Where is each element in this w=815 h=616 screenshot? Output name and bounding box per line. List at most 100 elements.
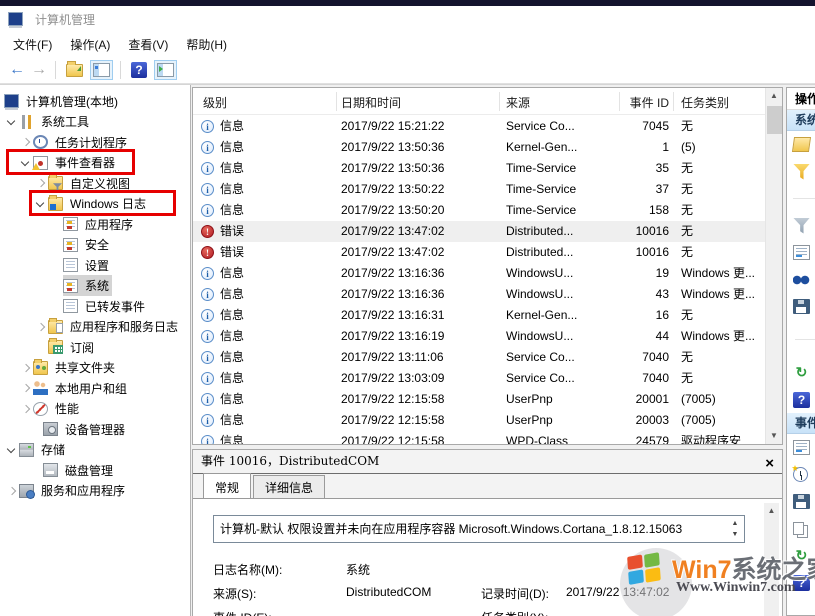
event-row[interactable]: i 信息 2017/9/22 13:50:36 Kernel-Gen... 1 (5) <box>193 137 765 158</box>
show-console-tree-button[interactable] <box>90 60 113 80</box>
scrollbar-thumb[interactable] <box>767 106 782 134</box>
tab-general[interactable]: 常规 <box>203 473 252 498</box>
export-list-button[interactable] <box>63 60 86 80</box>
chevron-right-icon[interactable] <box>19 361 33 375</box>
tree-item-label: 系统 <box>85 279 110 294</box>
tree-item[interactable]: 本地用户和组 <box>0 378 190 399</box>
column-separator[interactable] <box>673 92 674 111</box>
chevron-right-icon[interactable] <box>34 176 48 190</box>
info-icon: i <box>201 267 214 280</box>
action-help-event[interactable]: ? <box>787 569 815 596</box>
event-row[interactable]: i 信息 2017/9/22 13:16:19 WindowsU... 44 Window… <box>193 326 765 347</box>
action-help[interactable]: ? <box>787 386 815 413</box>
list-body: i 信息 2017/9/22 15:21:22 Service Co... 7045 无 i… <box>193 116 765 444</box>
tree-item[interactable]: 设置 <box>0 255 190 276</box>
event-task-category: (7005) <box>681 392 716 406</box>
tree-item[interactable]: 服务和应用程序 <box>0 481 190 502</box>
event-row[interactable]: i 信息 2017/9/22 13:16:36 WindowsU... 43 Window… <box>193 284 765 305</box>
event-row[interactable]: ! 错误 2017/9/22 13:47:02 Distributed... 10016… <box>193 242 765 263</box>
tree-item[interactable]: 应用程序和服务日志 <box>0 317 190 338</box>
event-id: 20001 <box>635 392 669 406</box>
forward-arrow-icon[interactable]: → <box>28 61 50 79</box>
scroll-up-icon[interactable]: ▲ <box>764 503 779 519</box>
event-datetime: 2017/9/22 13:50:22 <box>341 182 445 196</box>
event-row[interactable]: ! 错误 2017/9/22 13:47:02 Distributed... 10016… <box>193 221 765 242</box>
menu-item[interactable]: 帮助(H) <box>177 33 236 56</box>
column-header[interactable]: 级别 <box>203 94 227 111</box>
tab-details[interactable]: 详细信息 <box>253 475 326 498</box>
list-scrollbar[interactable]: ▲ ▼ <box>765 88 782 444</box>
event-row[interactable]: i 信息 2017/9/22 13:11:06 Service Co... 7040 无 <box>193 347 765 368</box>
event-row[interactable]: i 信息 2017/9/22 13:03:09 Service Co... 7040 无 <box>193 368 765 389</box>
show-action-pane-button[interactable] <box>154 60 177 80</box>
action-properties[interactable] <box>787 239 815 266</box>
column-header[interactable]: 任务类别 <box>681 94 729 111</box>
column-header[interactable]: 来源 <box>506 94 530 111</box>
action-open-saved-log[interactable] <box>787 131 815 158</box>
tree-item[interactable]: 应用程序 <box>0 214 190 235</box>
tree-item[interactable]: 磁盘管理 <box>0 460 190 481</box>
chevron-right-icon[interactable] <box>19 402 33 416</box>
tree-item[interactable]: 计算机管理(本地) <box>0 91 190 112</box>
event-row[interactable]: i 信息 2017/9/22 12:15:58 WPD-Class 24579 驱动程序安 <box>193 431 765 444</box>
event-description-box[interactable]: 计算机-默认 权限设置并未向在应用程序容器 Microsoft.Windows.… <box>213 515 745 543</box>
tree-item[interactable]: 性能 <box>0 399 190 420</box>
action-save-selected[interactable] <box>787 488 815 515</box>
detail-scrollbar[interactable]: ▲ <box>764 503 779 616</box>
scroll-up-icon[interactable]: ▲ <box>766 88 782 104</box>
chevron-down-icon[interactable] <box>5 115 19 129</box>
event-task-category: 无 <box>681 182 694 196</box>
action-create-custom-view[interactable] <box>787 158 815 185</box>
action-event-properties[interactable] <box>787 434 815 461</box>
column-separator[interactable] <box>499 92 500 111</box>
menu-item[interactable]: 操作(A) <box>61 33 119 56</box>
menu-item[interactable]: 文件(F) <box>4 33 61 56</box>
event-source: Service Co... <box>506 371 575 385</box>
action-find[interactable] <box>787 266 815 293</box>
event-id: 16 <box>655 308 669 322</box>
tree-item[interactable]: 已转发事件 <box>0 296 190 317</box>
close-icon[interactable]: × <box>765 452 774 475</box>
event-row[interactable]: i 信息 2017/9/22 13:50:20 Time-Service 158 无 <box>193 200 765 221</box>
column-header[interactable]: 日期和时间 <box>341 94 401 111</box>
tree-item[interactable]: 存储 <box>0 440 190 461</box>
chevron-down-icon[interactable] <box>5 443 19 457</box>
event-id: 44 <box>655 329 669 343</box>
tree-item[interactable]: 订阅 <box>0 337 190 358</box>
action-refresh[interactable]: ↻ <box>787 359 815 386</box>
event-row[interactable]: i 信息 2017/9/22 13:50:36 Time-Service 35 无 <box>193 158 765 179</box>
event-row[interactable]: i 信息 2017/9/22 12:15:58 UserPnp 20001 (7005) <box>193 389 765 410</box>
chevron-right-icon[interactable] <box>34 320 48 334</box>
action-copy[interactable] <box>787 515 815 542</box>
event-row[interactable]: i 信息 2017/9/22 12:15:58 UserPnp 20003 (7005) <box>193 410 765 431</box>
source-value: DistributedCOM <box>346 585 432 599</box>
action-attach-task[interactable] <box>787 461 815 488</box>
event-row[interactable]: i 信息 2017/9/22 15:21:22 Service Co... 7045 无 <box>193 116 765 137</box>
chevron-right-icon[interactable] <box>5 484 19 498</box>
spinner-arrows-icon[interactable]: ▲ ▼ <box>728 518 742 540</box>
properties-icon <box>793 440 810 455</box>
column-separator[interactable] <box>336 92 337 111</box>
event-row[interactable]: i 信息 2017/9/22 13:50:22 Time-Service 37 无 <box>193 179 765 200</box>
event-task-category: 无 <box>681 371 694 385</box>
back-arrow-icon[interactable]: ← <box>6 61 28 79</box>
chevron-right-icon[interactable] <box>19 135 33 149</box>
help-button[interactable]: ? <box>128 59 150 81</box>
event-row[interactable]: i 信息 2017/9/22 13:16:36 WindowsU... 19 Window… <box>193 263 765 284</box>
column-header[interactable]: 事件 ID <box>573 94 669 111</box>
event-level: 信息 <box>220 308 245 322</box>
tree-item[interactable]: 系统 <box>0 275 190 297</box>
event-level: 信息 <box>220 413 245 427</box>
tree-item[interactable]: 系统工具 <box>0 112 190 133</box>
tree-item[interactable]: 安全 <box>0 235 190 256</box>
menu-item[interactable]: 查看(V) <box>119 33 177 56</box>
scroll-down-icon[interactable]: ▼ <box>766 428 782 444</box>
chevron-right-icon[interactable] <box>19 381 33 395</box>
tree-item[interactable]: 设备管理器 <box>0 419 190 440</box>
action-filter-current-log[interactable] <box>787 212 815 239</box>
action-save-all-events[interactable] <box>787 293 815 320</box>
action-refresh-event[interactable]: ↻ <box>787 542 815 569</box>
tree-item[interactable]: 共享文件夹 <box>0 358 190 379</box>
event-row[interactable]: i 信息 2017/9/22 13:16:31 Kernel-Gen... 16 无 <box>193 305 765 326</box>
titlebar[interactable]: 计算机管理 <box>0 6 815 32</box>
